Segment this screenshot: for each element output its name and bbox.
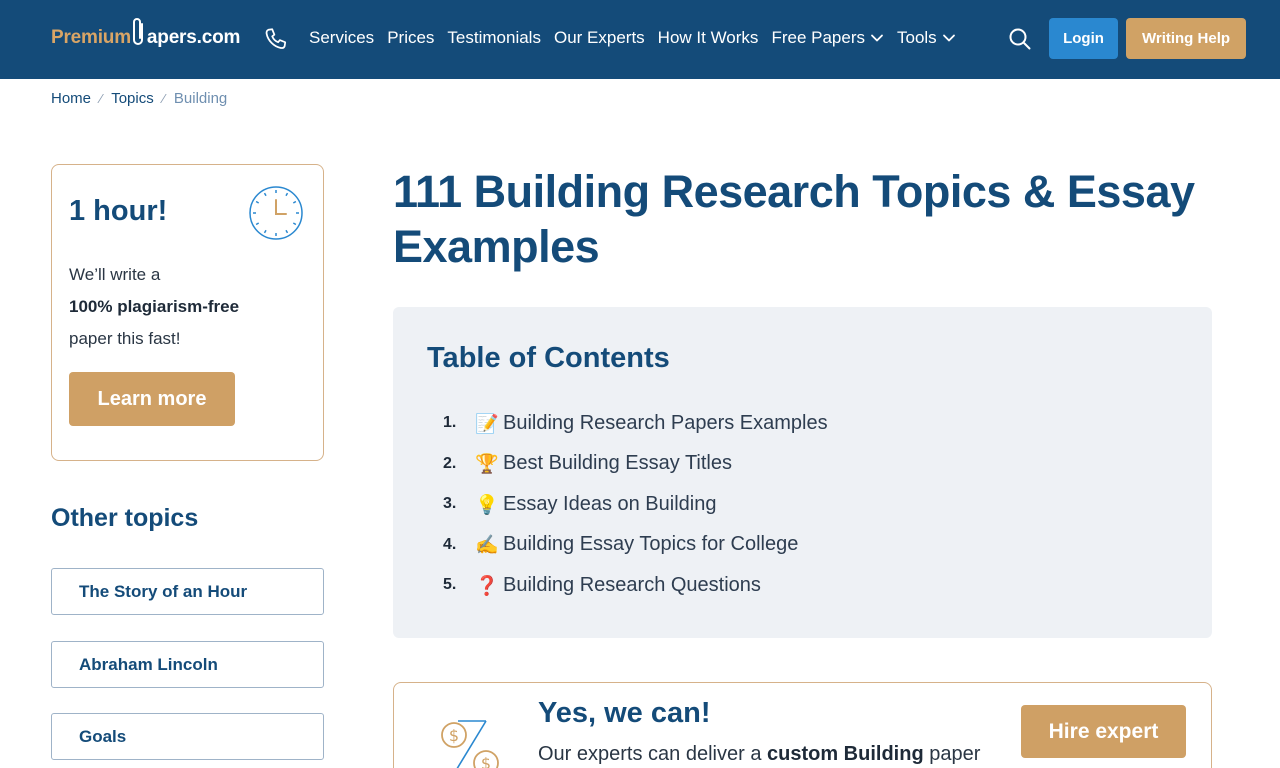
breadcrumb-topics[interactable]: Topics (111, 90, 154, 107)
nav-item-label: Services (309, 28, 375, 47)
toc-item-number: 4. (443, 535, 457, 553)
toc-item[interactable]: 1. 📝 Building Research Papers Examples (443, 403, 828, 444)
breadcrumb-home[interactable]: Home (51, 90, 91, 107)
toc-item-link[interactable]: Building Research Questions (503, 574, 761, 597)
site-logo[interactable]: Premium apers.com (51, 16, 240, 60)
nav-item-label: Prices (387, 28, 435, 47)
breadcrumb-separator: ⁄ (100, 91, 103, 106)
site-header: Premium apers.com Services Prices Testimon… (0, 0, 1280, 79)
chevron-down-icon (942, 34, 955, 42)
nav-item-prices[interactable]: Prices (387, 28, 434, 48)
promo-title: 1 hour! (69, 195, 168, 227)
toc-item-number: 3. (443, 495, 457, 513)
table-of-contents: Table of Contents 1. 📝 Building Research P… (393, 307, 1212, 638)
breadcrumb: Home ⁄ Topics ⁄ Building (51, 90, 227, 107)
promo-text: paper this fast! (69, 329, 181, 348)
topic-link[interactable]: Goals (51, 713, 324, 760)
toc-item-number: 5. (443, 576, 457, 594)
nav-item-how-it-works[interactable]: How It Works (658, 28, 759, 48)
writing-help-button[interactable]: Writing Help (1126, 18, 1246, 59)
svg-text:$: $ (481, 754, 491, 768)
toc-item-number: 1. (443, 414, 457, 432)
cta-title: Yes, we can! (538, 697, 711, 729)
topic-link[interactable]: The Story of an Hour (51, 568, 324, 615)
search-icon[interactable] (1008, 27, 1032, 51)
toc-item-emoji-icon: ✍️ (475, 534, 499, 557)
main-nav: Services Prices Testimonials Our Experts How… (309, 28, 969, 48)
toc-item[interactable]: 2. 🏆 Best Building Essay Titles (443, 444, 828, 485)
cta-text-after: paper (923, 743, 981, 765)
toc-item-emoji-icon: 💡 (475, 493, 499, 516)
nav-item-label: Tools (896, 28, 937, 47)
hire-expert-button[interactable]: Hire expert (1021, 705, 1186, 758)
toc-item-link[interactable]: Building Research Papers Examples (503, 412, 828, 435)
logo-text-premium: Premium (51, 27, 131, 48)
paperclip-icon (132, 16, 146, 55)
promo-text: We’ll write a (69, 265, 161, 284)
hire-expert-card: $ $ Yes, we can! Our experts can deliver… (393, 682, 1212, 768)
chevron-down-icon (871, 34, 883, 42)
phone-icon[interactable] (263, 26, 289, 52)
topic-link[interactable]: Abraham Lincoln (51, 641, 324, 688)
cta-text: Our experts can deliver a custom Buildin… (538, 743, 980, 766)
promo-text-bold: 100% plagiarism-free (69, 297, 240, 316)
cta-text-before: Our experts can deliver a (538, 743, 767, 765)
nav-item-label: Our Experts (553, 28, 645, 47)
toc-item-emoji-icon: 🏆 (475, 453, 499, 476)
toc-item-emoji-icon: 📝 (475, 412, 499, 435)
toc-item[interactable]: 5. ❓ Building Research Questions (443, 565, 828, 606)
nav-item-label: How It Works (657, 28, 759, 47)
other-topics-title: Other topics (51, 504, 199, 532)
cta-text-bold: custom Building (767, 743, 924, 765)
toc-item-link[interactable]: Essay Ideas on Building (503, 493, 716, 516)
toc-item-emoji-icon: ❓ (475, 574, 499, 597)
toc-item[interactable]: 4. ✍️ Building Essay Topics for College (443, 525, 828, 566)
nav-item-our-experts[interactable]: Our Experts (554, 28, 645, 48)
breadcrumb-separator: ⁄ (162, 91, 165, 106)
svg-text:$: $ (449, 726, 459, 745)
clock-icon (248, 185, 304, 241)
logo-text-papers: apers.com (146, 27, 241, 48)
promo-card: 1 hour! We’ll write a 100% plagiarism-fr… (51, 164, 324, 461)
nav-item-tools[interactable]: Tools (897, 28, 956, 48)
nav-item-testimonials[interactable]: Testimonials (447, 28, 541, 48)
breadcrumb-current: Building (173, 90, 228, 107)
discount-icon: $ $ (438, 717, 500, 768)
nav-item-label: Testimonials (447, 28, 541, 47)
nav-item-label: Free Papers (771, 28, 865, 47)
toc-item-number: 2. (443, 454, 457, 472)
page-title: 111 Building Research Topics & Essay Exa… (393, 166, 1195, 272)
toc-item-link[interactable]: Building Essay Topics for College (503, 533, 798, 556)
nav-item-free-papers[interactable]: Free Papers (771, 28, 884, 48)
nav-item-services[interactable]: Services (309, 28, 374, 48)
toc-item[interactable]: 3. 💡 Essay Ideas on Building (443, 484, 828, 525)
learn-more-button[interactable]: Learn more (69, 372, 235, 426)
toc-title: Table of Contents (427, 342, 670, 374)
login-button[interactable]: Login (1049, 18, 1118, 59)
toc-item-link[interactable]: Best Building Essay Titles (503, 452, 732, 475)
toc-list: 1. 📝 Building Research Papers Examples 2. 🏆 B… (443, 403, 828, 606)
